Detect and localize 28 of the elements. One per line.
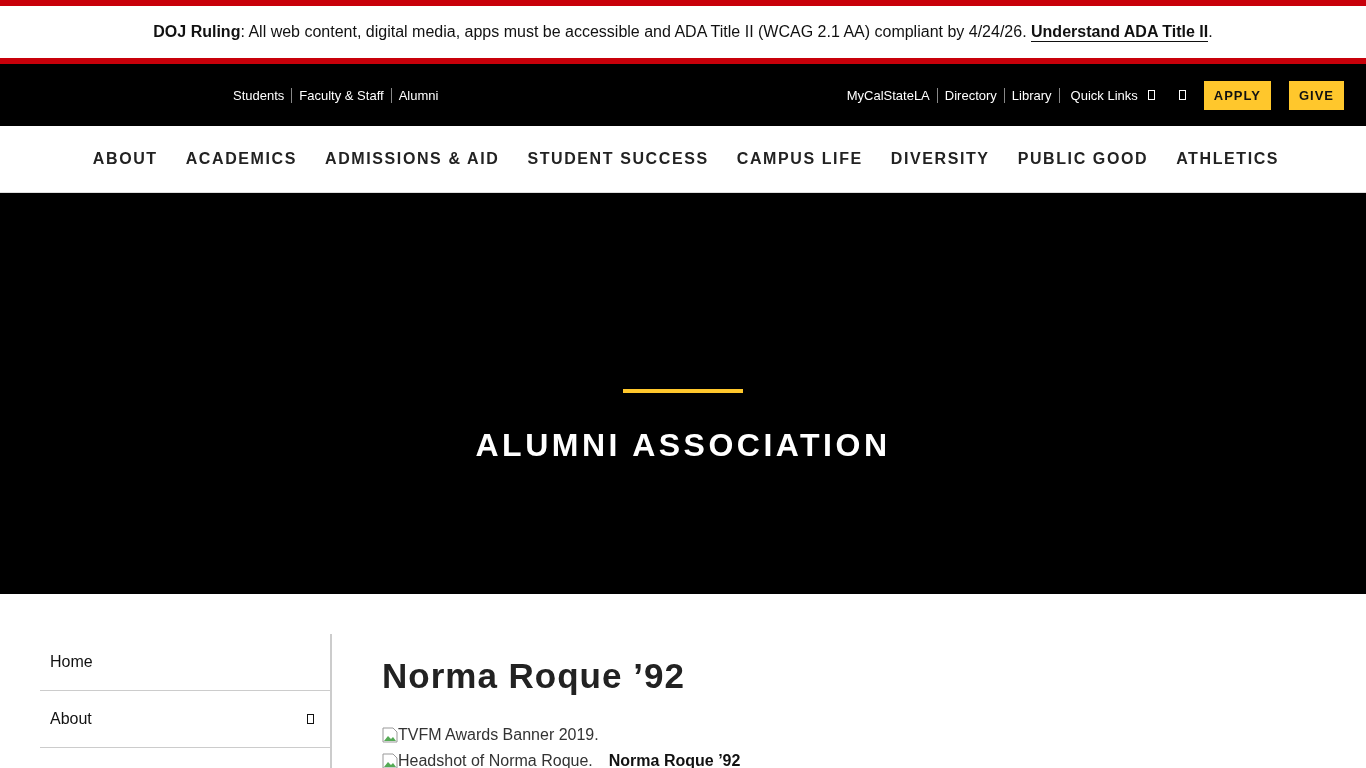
main-nav-link[interactable]: ABOUT — [92, 150, 158, 168]
main-nav-link[interactable]: PUBLIC GOOD — [1017, 150, 1149, 168]
missing-glyph-icon — [1147, 90, 1155, 100]
broken-image-icon — [382, 753, 398, 768]
utility-link[interactable]: Directory — [944, 87, 997, 103]
ada-link[interactable]: Understand ADA Title II — [1031, 22, 1209, 42]
audience-link[interactable]: Faculty & Staff — [299, 87, 384, 103]
quick-links-menu[interactable]: Quick Links — [1070, 87, 1155, 103]
main-nav-link[interactable]: ATHLETICS — [1176, 150, 1280, 168]
audience-link[interactable]: Alumni — [398, 87, 439, 103]
main-nav-link[interactable]: ACADEMICS — [185, 150, 297, 168]
sidebar-item[interactable]: About — [40, 691, 330, 748]
main-nav-link[interactable]: DIVERSITY — [890, 150, 990, 168]
page-title: Norma Roque ’92 — [382, 656, 686, 696]
utility-link[interactable]: Library — [1011, 87, 1052, 103]
main-nav-link[interactable]: CAMPUS LIFE — [736, 150, 863, 168]
image-alt-text: TVFM Awards Banner 2019. — [398, 726, 599, 744]
utility-link[interactable]: MyCalStateLA — [846, 87, 930, 103]
search-icon[interactable] — [1178, 90, 1186, 100]
sidebar-item[interactable]: Home — [40, 634, 330, 691]
hero-title: ALUMNI ASSOCIATION — [475, 427, 891, 464]
broken-image-icon — [382, 727, 398, 743]
main-nav-link[interactable]: ADMISSIONS & AID — [325, 150, 500, 168]
notice-text: DOJ Ruling: All web content, digital media, apps must be accessible and ADA Title II (WCAG 2.1 AA) compliant by 4/24/26. Understand ADA Title II. — [152, 21, 1214, 44]
action-button[interactable]: APPLY — [1203, 80, 1271, 110]
main-nav-link[interactable]: STUDENT SUCCESS — [527, 150, 709, 168]
action-button[interactable]: GIVE — [1288, 80, 1344, 110]
audience-link[interactable]: Students — [233, 87, 285, 103]
